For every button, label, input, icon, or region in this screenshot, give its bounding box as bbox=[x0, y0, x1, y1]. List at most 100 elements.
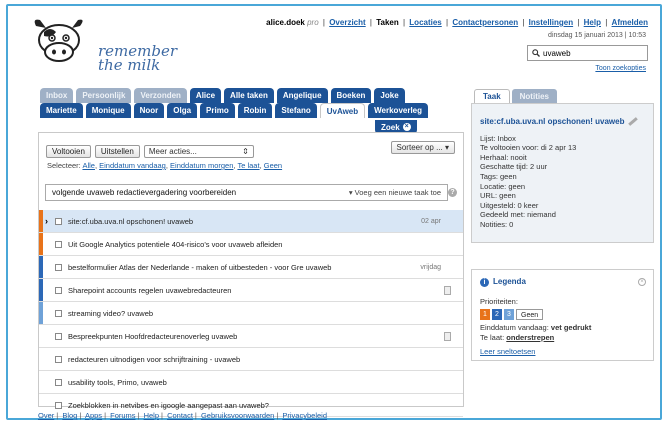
tab-robin[interactable]: Robin bbox=[237, 103, 273, 118]
add-task-input[interactable]: volgende uvaweb redactievergadering voor… bbox=[52, 188, 236, 197]
detail-list[interactable]: Lijst: Inbox bbox=[480, 134, 645, 144]
task-row[interactable]: Uit Google Analytics potentiele 404-risi… bbox=[39, 233, 463, 256]
tab-verzonden[interactable]: Verzonden bbox=[134, 88, 187, 103]
detail-title[interactable]: site:cf.uba.uva.nl opschonen! uvaweb bbox=[480, 117, 624, 127]
footer-apps[interactable]: Apps bbox=[85, 411, 102, 420]
task-checkbox[interactable] bbox=[55, 240, 62, 248]
nav-locaties[interactable]: Locaties bbox=[409, 18, 441, 27]
task-row[interactable]: usability tools, Primo, uvaweb bbox=[39, 371, 463, 394]
select-all-link[interactable]: Alle bbox=[82, 161, 95, 170]
help-icon[interactable]: ? bbox=[448, 188, 457, 197]
detail-due[interactable]: Te voltooien voor: di 2 apr 13 bbox=[480, 143, 645, 153]
tab-angelique[interactable]: Angelique bbox=[276, 88, 328, 103]
task-text[interactable]: usability tools, Primo, uvaweb bbox=[68, 378, 167, 387]
add-task-button[interactable]: ▾ Voeg een nieuwe taak toe bbox=[349, 188, 441, 197]
detail-title-row[interactable]: site:cf.uba.uva.nl opschonen! uvaweb bbox=[480, 117, 645, 127]
tab-monique[interactable]: Monique bbox=[85, 103, 131, 118]
task-text[interactable]: Bespreekpunten Hoofdredacteurenoverleg u… bbox=[68, 332, 237, 341]
tab-werkoverleg[interactable]: Werkoverleg bbox=[368, 103, 429, 118]
overdue-row: Te laat: onderstrepen bbox=[480, 333, 645, 343]
select-due-today-link[interactable]: Einddatum vandaag bbox=[99, 161, 166, 170]
footer-help[interactable]: Help bbox=[144, 411, 159, 420]
task-text[interactable]: bestelformulier Atlas der Nederlande - m… bbox=[68, 263, 331, 272]
search-options-link[interactable]: Toon zoekopties bbox=[595, 65, 646, 72]
tab-taak[interactable]: Taak bbox=[474, 89, 510, 103]
detail-notes: Notities: 0 bbox=[480, 219, 514, 229]
task-row[interactable]: Bespreekpunten Hoofdredacteurenoverleg u… bbox=[39, 325, 463, 348]
footer-separator: | bbox=[104, 411, 107, 420]
detail-repeat[interactable]: Herhaal: nooit bbox=[480, 153, 645, 163]
overdue-value: onderstrepen bbox=[506, 333, 555, 342]
tab-noor[interactable]: Noor bbox=[133, 103, 165, 118]
task-checkbox[interactable] bbox=[55, 355, 62, 363]
nav-help[interactable]: Help bbox=[584, 18, 601, 27]
tab-persoonlijk[interactable]: Persoonlijk bbox=[76, 88, 132, 103]
detail-url[interactable]: URL: geen bbox=[480, 191, 645, 201]
nav-taken[interactable]: Taken bbox=[376, 18, 399, 27]
tab-boeken[interactable]: Boeken bbox=[330, 88, 372, 103]
footer-forums[interactable]: Forums bbox=[110, 411, 135, 420]
task-text[interactable]: Uit Google Analytics potentiele 404-risi… bbox=[68, 240, 282, 249]
select-due-tomorrow-link[interactable]: Einddatum morgen bbox=[170, 161, 233, 170]
shortcuts-link[interactable]: Leer sneltoetsen bbox=[480, 347, 645, 357]
task-text[interactable]: redacteuren uitnodigen voor schrijftrain… bbox=[68, 355, 240, 364]
task-row[interactable]: › site:cf.uba.uva.nl opschonen! uvaweb 02 … bbox=[39, 210, 463, 233]
footer-privacy[interactable]: Privacybeleid bbox=[282, 411, 327, 420]
task-checkbox[interactable] bbox=[55, 217, 62, 225]
nav-afmelden[interactable]: Afmelden bbox=[612, 18, 648, 27]
footer-contact[interactable]: Contact bbox=[167, 411, 193, 420]
complete-button[interactable]: Voltooien bbox=[46, 145, 91, 158]
tab-olga[interactable]: Olga bbox=[167, 103, 198, 118]
postpone-button[interactable]: Uitstellen bbox=[94, 145, 140, 158]
username: alice.doek bbox=[266, 18, 305, 27]
task-row[interactable]: bestelformulier Atlas der Nederlande - m… bbox=[39, 256, 463, 279]
task-text[interactable]: Sharepoint accounts regelen uvawebredact… bbox=[68, 286, 231, 295]
select-overdue-link[interactable]: Te laat bbox=[237, 161, 259, 170]
nav-separator: | bbox=[402, 18, 406, 27]
tab-uvaweb[interactable]: UvAweb bbox=[319, 103, 366, 118]
nav-instellingen[interactable]: Instellingen bbox=[529, 18, 573, 27]
edit-pencil-icon[interactable] bbox=[628, 117, 639, 127]
task-checkbox[interactable] bbox=[55, 263, 62, 271]
rtm-logo[interactable]: remember the milk bbox=[30, 16, 177, 76]
footer-over[interactable]: Over bbox=[38, 411, 54, 420]
search-box[interactable] bbox=[527, 45, 648, 61]
tab-inbox[interactable]: Inbox bbox=[40, 88, 74, 103]
detail-tags[interactable]: Tags: geen bbox=[480, 172, 645, 182]
task-text[interactable]: Zoekblokken in netvibes en igoogle aange… bbox=[68, 401, 269, 410]
task-checkbox[interactable] bbox=[55, 286, 62, 294]
task-text[interactable]: streaming video? uvaweb bbox=[68, 309, 153, 318]
app-frame: remember the milk alice.doek pro | Overz… bbox=[6, 4, 662, 420]
task-row[interactable]: streaming video? uvaweb bbox=[39, 302, 463, 325]
detail-location[interactable]: Locatie: geen bbox=[480, 182, 645, 192]
priority-bar bbox=[39, 279, 43, 301]
tab-primo[interactable]: Primo bbox=[200, 103, 235, 118]
sort-button[interactable]: Sorteer op ... ▾ bbox=[390, 141, 455, 154]
nav-contactpersonen[interactable]: Contactpersonen bbox=[452, 18, 518, 27]
select-none-link[interactable]: Geen bbox=[264, 161, 282, 170]
close-icon[interactable]: × bbox=[638, 278, 646, 286]
search-input[interactable] bbox=[540, 48, 640, 58]
detail-estimate[interactable]: Geschatte tijd: 2 uur bbox=[480, 162, 645, 172]
close-search-icon[interactable]: × bbox=[402, 123, 411, 131]
tab-mariette[interactable]: Mariette bbox=[40, 103, 83, 118]
add-task-bar[interactable]: volgende uvaweb redactievergadering voor… bbox=[45, 184, 448, 201]
task-text[interactable]: site:cf.uba.uva.nl opschonen! uvaweb bbox=[68, 217, 193, 226]
task-checkbox[interactable] bbox=[55, 309, 62, 317]
tab-stefano[interactable]: Stefano bbox=[275, 103, 317, 118]
task-list-panel: Voltooien Uitstellen Meer acties... ⇕ So… bbox=[38, 132, 464, 417]
tab-alice[interactable]: Alice bbox=[189, 88, 222, 103]
more-actions-select[interactable]: Meer acties... ⇕ bbox=[143, 145, 254, 158]
select-label: Selecteer: bbox=[47, 161, 81, 170]
tab-alle-taken[interactable]: Alle taken bbox=[224, 88, 274, 103]
task-checkbox[interactable] bbox=[55, 401, 62, 409]
footer-blog[interactable]: Blog bbox=[62, 411, 77, 420]
task-checkbox[interactable] bbox=[55, 378, 62, 386]
task-row[interactable]: redacteuren uitnodigen voor schrijftrain… bbox=[39, 348, 463, 371]
nav-overzicht[interactable]: Overzicht bbox=[329, 18, 365, 27]
task-checkbox[interactable] bbox=[55, 332, 62, 340]
footer-terms[interactable]: Gebruiksvoorwaarden bbox=[201, 411, 274, 420]
task-row[interactable]: Sharepoint accounts regelen uvawebredact… bbox=[39, 279, 463, 302]
tab-notities[interactable]: Notities bbox=[511, 89, 557, 103]
tab-joke[interactable]: Joke bbox=[374, 88, 405, 103]
